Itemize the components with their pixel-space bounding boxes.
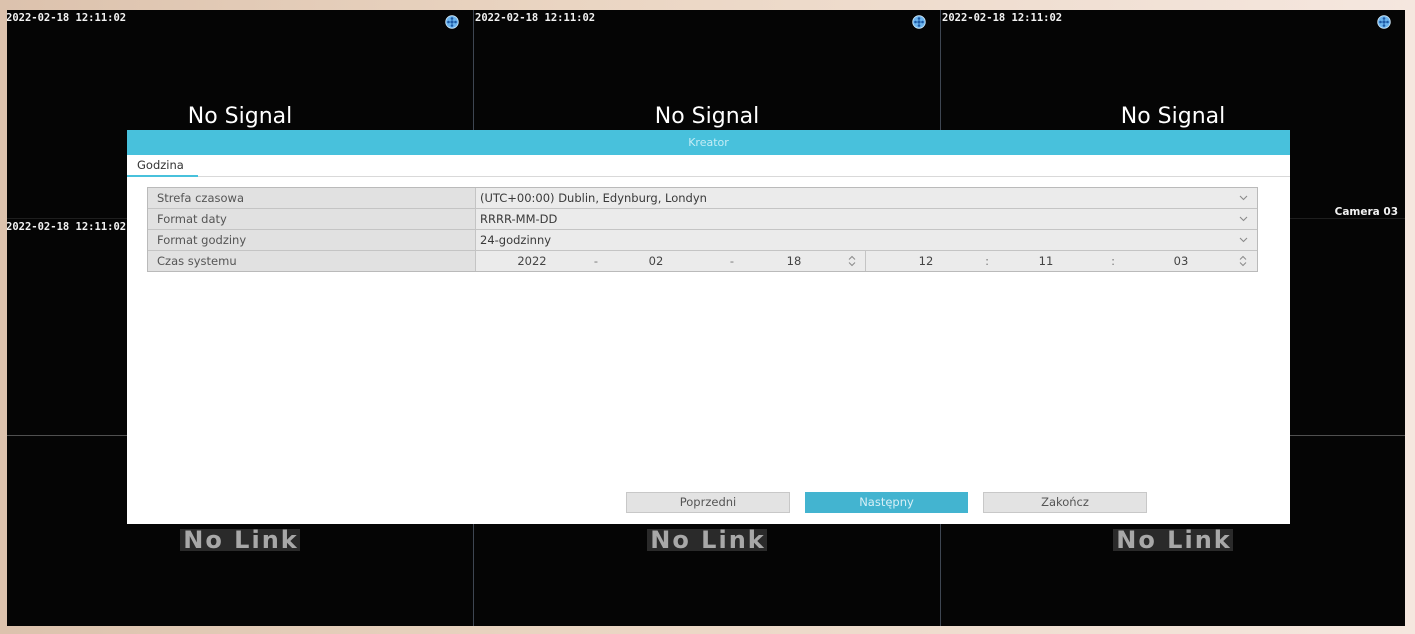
time-field[interactable]: 12 : 11 : 03 <box>866 251 1257 271</box>
time-separator: : <box>1111 254 1115 268</box>
time-format-row: Format godziny 24-godzinny <box>148 230 1257 251</box>
spinner-updown-icon[interactable] <box>1239 255 1247 267</box>
system-time-editor: 2022 - 02 - 18 12 : 11 : 03 <box>476 251 1257 271</box>
chevron-down-icon <box>1239 237 1248 243</box>
chevron-down-icon <box>1239 195 1248 201</box>
tile-timestamp: 2022-02-18 12:11:02 <box>7 221 127 233</box>
no-signal-label: No Signal <box>654 104 760 129</box>
date-format-value: RRRR-MM-DD <box>480 212 558 226</box>
system-time-row: Czas systemu 2022 - 02 - 18 12 : 11 : 03 <box>148 251 1257 271</box>
time-format-dropdown[interactable]: 24-godzinny <box>476 230 1257 250</box>
no-link-label: No Link <box>1113 528 1233 552</box>
camera-status-icon <box>912 15 926 29</box>
date-format-label: Format daty <box>148 209 476 229</box>
camera-status-icon <box>445 15 459 29</box>
date-separator: - <box>729 254 735 268</box>
next-button[interactable]: Następny <box>805 492 968 513</box>
date-day-field[interactable]: 18 <box>787 251 802 271</box>
chevron-down-icon <box>1239 216 1248 222</box>
no-signal-label: No Signal <box>187 104 293 129</box>
tile-timestamp: 2022-02-18 12:11:02 <box>942 12 1063 24</box>
time-hour-field[interactable]: 12 <box>919 251 934 271</box>
date-separator: - <box>593 254 599 268</box>
date-format-dropdown[interactable]: RRRR-MM-DD <box>476 209 1257 229</box>
wizard-titlebar: Kreator <box>127 130 1290 155</box>
system-time-label: Czas systemu <box>148 251 476 271</box>
no-link-label: No Link <box>647 528 767 552</box>
camera-status-icon <box>1377 15 1391 29</box>
no-link-badge: No Link <box>7 528 473 552</box>
tab-bar-divider <box>127 176 1290 177</box>
wizard-dialog: Kreator Godzina Strefa czasowa (UTC+00:0… <box>127 130 1290 524</box>
no-link-badge: No Link <box>941 528 1405 552</box>
date-field[interactable]: 2022 - 02 - 18 <box>476 251 866 271</box>
camera-name-label: Camera 03 <box>1334 206 1398 218</box>
time-separator: : <box>985 254 989 268</box>
time-format-label: Format godziny <box>148 230 476 250</box>
finish-button[interactable]: Zakończ <box>983 492 1147 513</box>
no-link-label: No Link <box>180 528 300 552</box>
tile-timestamp: 2022-02-18 12:11:02 <box>7 12 127 24</box>
time-second-field[interactable]: 03 <box>1174 251 1189 271</box>
no-link-badge: No Link <box>474 528 940 552</box>
date-year-field[interactable]: 2022 <box>517 251 546 271</box>
wizard-title: Kreator <box>688 136 729 149</box>
tab-godzina[interactable]: Godzina <box>127 155 198 177</box>
spinner-updown-icon[interactable] <box>848 255 856 267</box>
no-signal-label: No Signal <box>1120 104 1226 129</box>
time-minute-field[interactable]: 11 <box>1039 251 1054 271</box>
date-month-field[interactable]: 02 <box>649 251 664 271</box>
timezone-dropdown[interactable]: (UTC+00:00) Dublin, Edynburg, Londyn <box>476 188 1257 208</box>
time-format-value: 24-godzinny <box>480 233 552 247</box>
previous-button[interactable]: Poprzedni <box>626 492 790 513</box>
time-settings-table: Strefa czasowa (UTC+00:00) Dublin, Edynb… <box>147 187 1258 272</box>
timezone-row: Strefa czasowa (UTC+00:00) Dublin, Edynb… <box>148 188 1257 209</box>
timezone-label: Strefa czasowa <box>148 188 476 208</box>
date-format-row: Format daty RRRR-MM-DD <box>148 209 1257 230</box>
timezone-value: (UTC+00:00) Dublin, Edynburg, Londyn <box>480 191 707 205</box>
tile-timestamp: 2022-02-18 12:11:02 <box>475 12 596 24</box>
